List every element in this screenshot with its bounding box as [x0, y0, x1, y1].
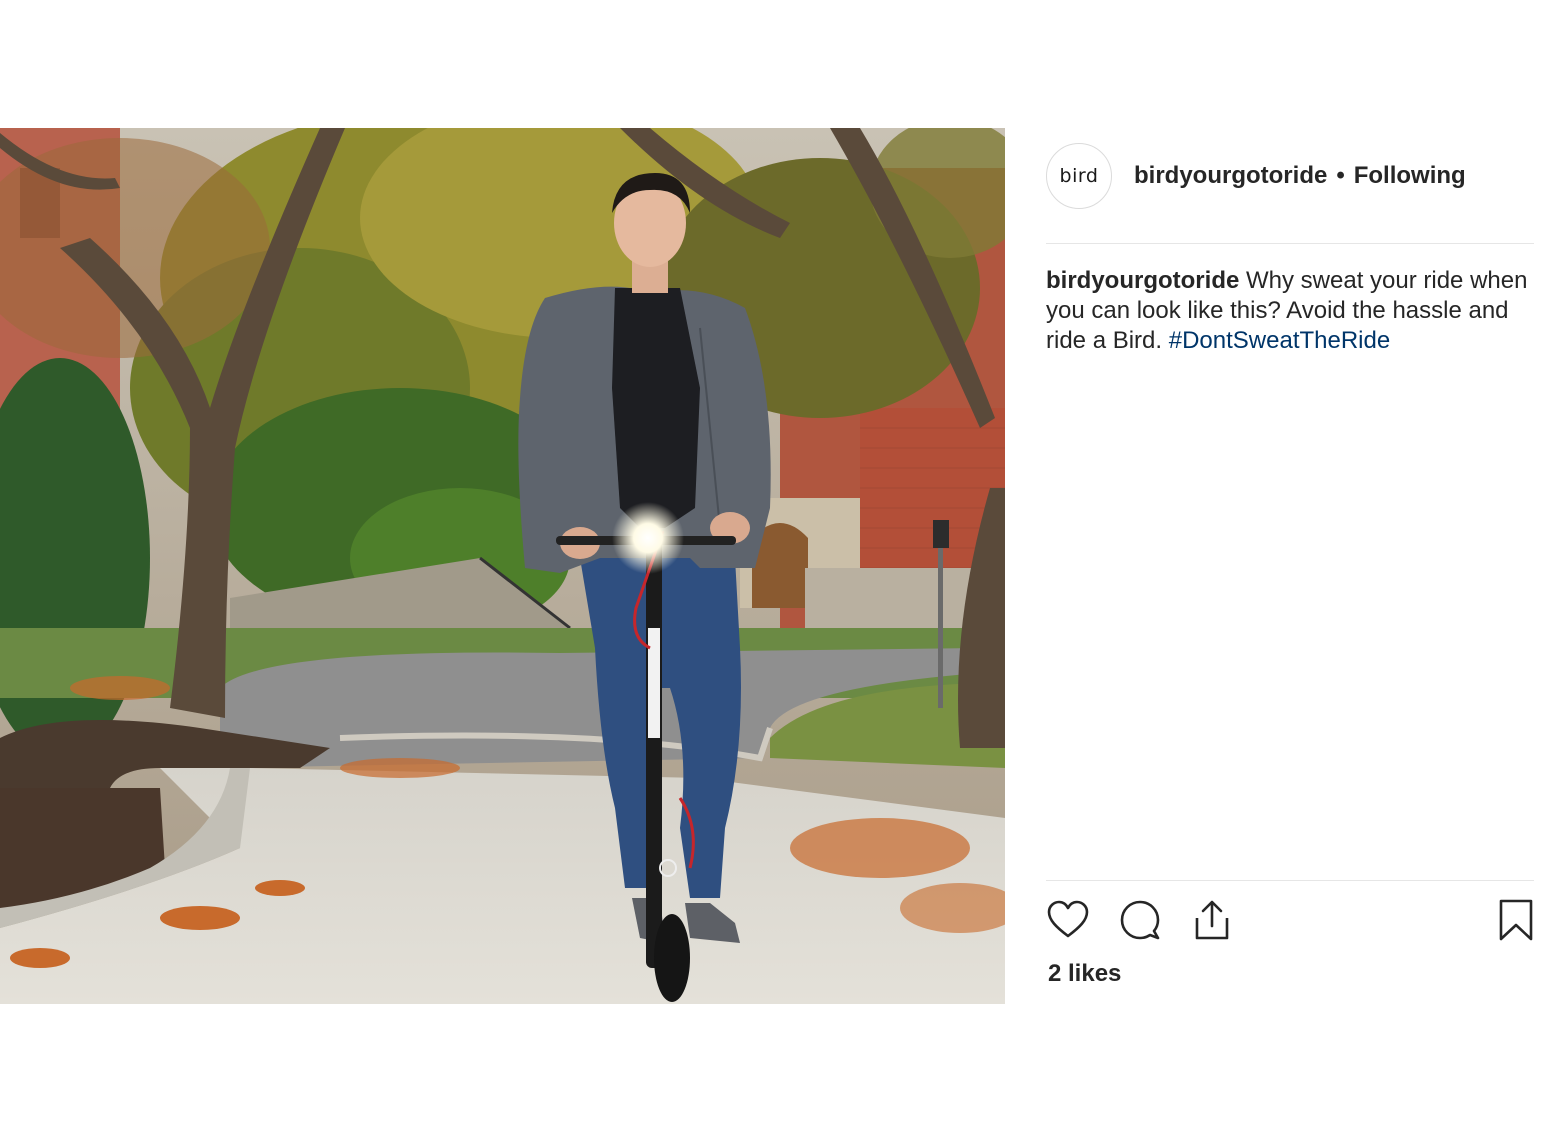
likes-count[interactable]: 2 likes — [1048, 960, 1121, 988]
actions-divider — [1046, 880, 1534, 881]
share-icon[interactable] — [1190, 898, 1234, 942]
post-actions — [1046, 898, 1534, 946]
comment-icon[interactable] — [1118, 898, 1162, 942]
caption-username[interactable]: birdyourgotoride — [1046, 267, 1239, 294]
separator-dot: • — [1336, 162, 1345, 189]
post-image[interactable] — [0, 128, 1005, 1004]
following-button[interactable]: Following — [1354, 162, 1466, 190]
post-sidebar: bird birdyourgotoride • Following birdyo… — [1046, 128, 1534, 1004]
author-info: birdyourgotoride • Following — [1134, 162, 1466, 190]
post: bird birdyourgotoride • Following birdyo… — [0, 128, 1544, 1004]
post-caption: birdyourgotoride Why sweat your ride whe… — [1046, 266, 1534, 356]
bird-logo: bird — [1059, 165, 1099, 187]
post-header: bird birdyourgotoride • Following — [1046, 142, 1534, 210]
caption-hashtag[interactable]: #DontSweatTheRide — [1169, 327, 1390, 354]
bookmark-icon[interactable] — [1494, 898, 1538, 942]
heart-icon[interactable] — [1046, 898, 1090, 942]
author-avatar[interactable]: bird — [1046, 143, 1112, 209]
header-divider — [1046, 243, 1534, 244]
author-username[interactable]: birdyourgotoride — [1134, 162, 1327, 190]
